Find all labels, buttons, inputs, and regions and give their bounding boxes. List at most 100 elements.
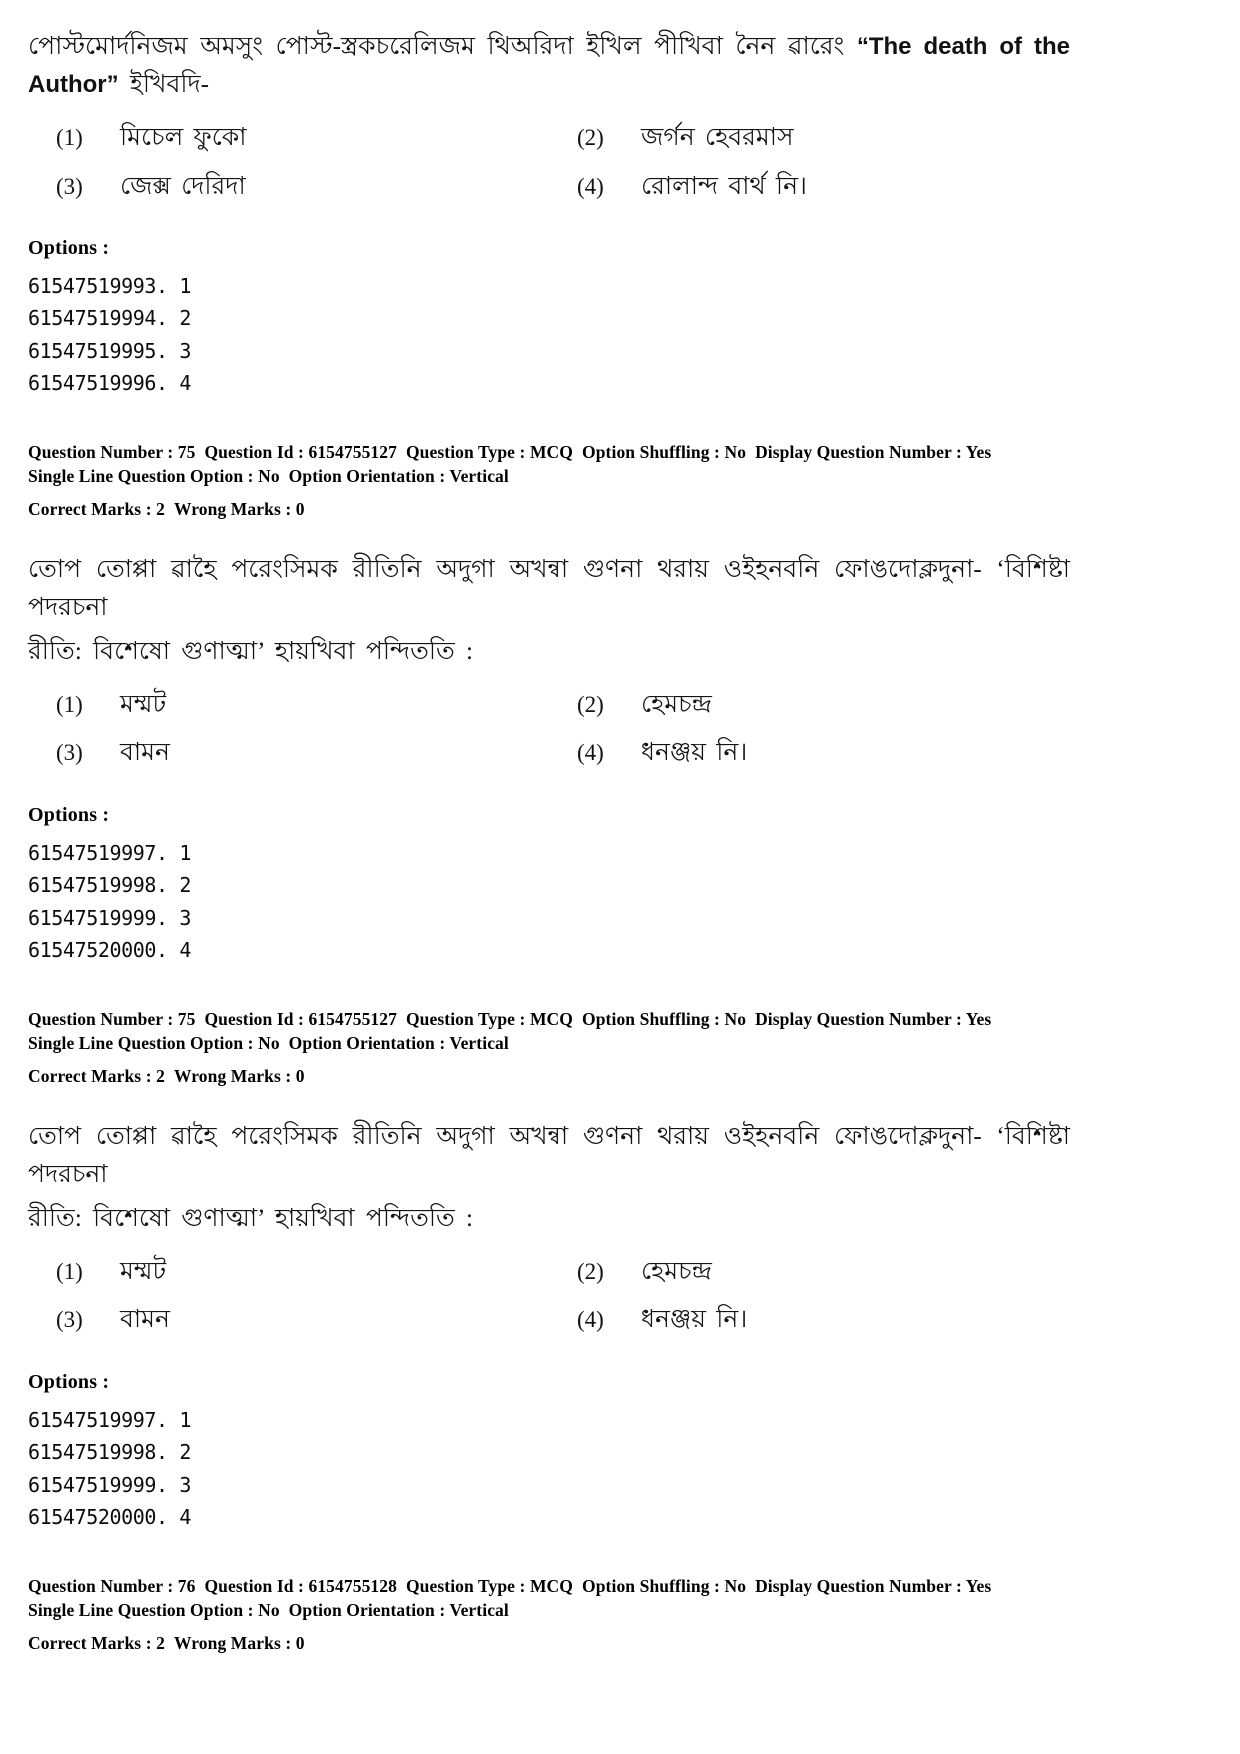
question-type-value: MCQ [529, 1008, 574, 1029]
choice-label: রোলান্দ বার্থ নি। [641, 172, 807, 200]
option-id-row: 61547519998. 2 [28, 1440, 191, 1465]
option-shuffling-label: Option Shuffling : [582, 1575, 720, 1596]
question-id-label: Question Id : [204, 441, 304, 462]
option-shuffling-label: Option Shuffling : [582, 441, 720, 462]
question-id-label: Question Id : [204, 1575, 304, 1596]
choice-number: (4) [577, 173, 604, 199]
choice-number: (4) [577, 740, 604, 766]
choice-row: (3) জেক্স দেরিদা (4) রোলান্দ বার্থ নি। [28, 171, 1070, 204]
display-question-number-value: Yes [965, 1008, 992, 1029]
choice-label: মিচেল ফুকো [120, 124, 247, 151]
choice-75a-1[interactable]: (1) মম্মট [28, 689, 549, 722]
question-number-label: Question Number : [28, 1008, 174, 1029]
option-ids-75a: Options : 61547519997. 1 61547519998. 2 … [28, 804, 1070, 967]
choice-row: (1) মম্মট (2) হেমচন্দ্র [28, 689, 1070, 722]
option-id-row: 61547519999. 3 [28, 1472, 191, 1497]
option-orientation-label: Option Orientation : [288, 465, 446, 486]
option-shuffling-label: Option Shuffling : [582, 1008, 720, 1029]
question-number-label: Question Number : [28, 1575, 174, 1596]
question-id-value: 6154755127 [308, 441, 397, 462]
question-type-value: MCQ [529, 441, 574, 462]
question-paper-page: পোস্টমোর্দনিজম অমসুং পোস্ট-স্ত্রকচরেলিজম… [0, 0, 1240, 1754]
choice-label: হেমচন্দ্র [641, 690, 712, 718]
correct-marks-label: Correct Marks : [28, 1632, 152, 1653]
single-line-option-value: No [258, 1032, 280, 1053]
question-metadata-76: Question Number : 76 Question Id : 615475… [28, 1574, 1070, 1655]
metadata-line-marks: Correct Marks : 2 Wrong Marks : 0 [28, 1631, 1070, 1655]
option-id-row: 61547519994. 2 [28, 306, 191, 331]
choice-row: (1) মম্মট (2) হেমচন্দ্র [28, 1256, 1070, 1289]
choice-75b-4[interactable]: (4) ধনঞ্জয় নি। [549, 1304, 1070, 1337]
choices-75a: (1) মম্মট (2) হেমচন্দ্র (3) বামন (4) ধনঞ… [28, 689, 1070, 770]
choices-74: (1) মিচেল ফুকো (2) জর্গন হেবরমাস (3) জেক… [28, 122, 1070, 203]
choice-74-3[interactable]: (3) জেক্স দেরিদা [28, 171, 549, 204]
option-orientation-label: Option Orientation : [288, 1032, 446, 1053]
question-stem-74-part1: পোস্টমোর্দনিজম অমসুং পোস্ট-স্ত্রকচরেলিজম… [28, 33, 857, 60]
option-shuffling-value: No [724, 1008, 747, 1029]
question-id-value: 6154755128 [308, 1575, 397, 1596]
option-shuffling-value: No [724, 441, 747, 462]
display-question-number-label: Display Question Number : [755, 1575, 962, 1596]
metadata-line-marks: Correct Marks : 2 Wrong Marks : 0 [28, 1064, 1070, 1088]
options-label: Options : [28, 1370, 110, 1393]
choice-74-2[interactable]: (2) জর্গন হেবরমাস [549, 122, 1070, 155]
metadata-line-marks: Correct Marks : 2 Wrong Marks : 0 [28, 497, 1070, 521]
option-id-row: 61547520000. 4 [28, 938, 191, 963]
metadata-line-primary: Question Number : 76 Question Id : 615475… [28, 1574, 1070, 1598]
single-line-option-value: No [258, 465, 280, 486]
wrong-marks-value: 0 [295, 498, 305, 519]
option-orientation-value: Vertical [449, 1032, 509, 1053]
correct-marks-value: 2 [156, 1065, 165, 1086]
single-line-option-label: Single Line Question Option : [28, 1599, 254, 1620]
choice-74-4[interactable]: (4) রোলান্দ বার্থ নি। [549, 171, 1070, 204]
metadata-line-primary: Question Number : 75 Question Id : 615475… [28, 1007, 1070, 1031]
choice-75b-1[interactable]: (1) মম্মট [28, 1256, 549, 1289]
choice-number: (1) [56, 125, 83, 150]
choice-number: (3) [56, 1307, 83, 1333]
choice-75b-3[interactable]: (3) বামন [28, 1304, 549, 1337]
question-number-value: 76 [177, 1575, 196, 1596]
choice-label: বামন [120, 739, 170, 767]
option-id-row: 61547519998. 2 [28, 873, 191, 898]
question-id-value: 6154755127 [308, 1008, 397, 1029]
choice-75a-2[interactable]: (2) হেমচন্দ্র [549, 689, 1070, 722]
choice-row: (3) বামন (4) ধনঞ্জয় নি। [28, 1304, 1070, 1337]
choice-number: (4) [577, 1307, 604, 1333]
question-stem-75a-line2: রীতি: বিশেষো গুণাত্মা’ হায়খিবা পন্দিততি… [28, 637, 473, 665]
choice-number: (2) [577, 125, 604, 150]
options-label: Options : [28, 237, 110, 259]
question-block-74: পোস্টমোর্দনিজম অমসুং পোস্ট-স্ত্রকচরেলিজম… [28, 28, 1070, 400]
question-stem-75b-line1: তোপ তোপ্পা ৱাহৈ পরেংসিমক রীতিনি অদুগা অখ… [28, 1122, 1070, 1188]
display-question-number-value: Yes [965, 441, 992, 462]
choice-label: মম্মট [120, 690, 167, 718]
choice-label: বামন [120, 1306, 170, 1334]
wrong-marks-value: 0 [295, 1065, 305, 1086]
option-orientation-label: Option Orientation : [288, 1599, 446, 1620]
option-id-row: 61547519996. 4 [28, 371, 191, 396]
choice-label: মম্মট [120, 1257, 167, 1285]
choice-number: (3) [56, 173, 83, 199]
choice-75a-3[interactable]: (3) বামন [28, 737, 549, 770]
option-id-row: 61547519997. 1 [28, 840, 191, 865]
option-orientation-value: Vertical [449, 465, 509, 486]
metadata-line-primary: Question Number : 75 Question Id : 615475… [28, 440, 1070, 464]
question-id-label: Question Id : [204, 1008, 304, 1029]
option-id-row: 61547519995. 3 [28, 338, 191, 363]
choice-74-1[interactable]: (1) মিচেল ফুকো [28, 122, 549, 155]
choice-label: ধনঞ্জয় নি। [641, 739, 748, 767]
choice-number: (2) [577, 1258, 604, 1284]
question-number-label: Question Number : [28, 441, 174, 462]
choice-label: হেমচন্দ্র [641, 1257, 712, 1285]
display-question-number-label: Display Question Number : [755, 1008, 962, 1029]
choice-row: (3) বামন (4) ধনঞ্জয় নি। [28, 737, 1070, 770]
question-stem-75a-line1: তোপ তোপ্পা ৱাহৈ পরেংসিমক রীতিনি অদুগা অখ… [28, 555, 1070, 621]
metadata-line-secondary: Single Line Question Option : No Option O… [28, 1598, 1070, 1622]
choice-75b-2[interactable]: (2) হেমচন্দ্র [549, 1256, 1070, 1289]
display-question-number-label: Display Question Number : [755, 441, 962, 462]
question-type-label: Question Type : [405, 1575, 526, 1596]
question-stem-75b-line2: রীতি: বিশেষো গুণাত্মা’ হায়খিবা পন্দিততি… [28, 1204, 473, 1232]
correct-marks-value: 2 [156, 1632, 165, 1653]
question-type-label: Question Type : [405, 441, 526, 462]
single-line-option-label: Single Line Question Option : [28, 465, 254, 486]
choice-75a-4[interactable]: (4) ধনঞ্জয় নি। [549, 737, 1070, 770]
